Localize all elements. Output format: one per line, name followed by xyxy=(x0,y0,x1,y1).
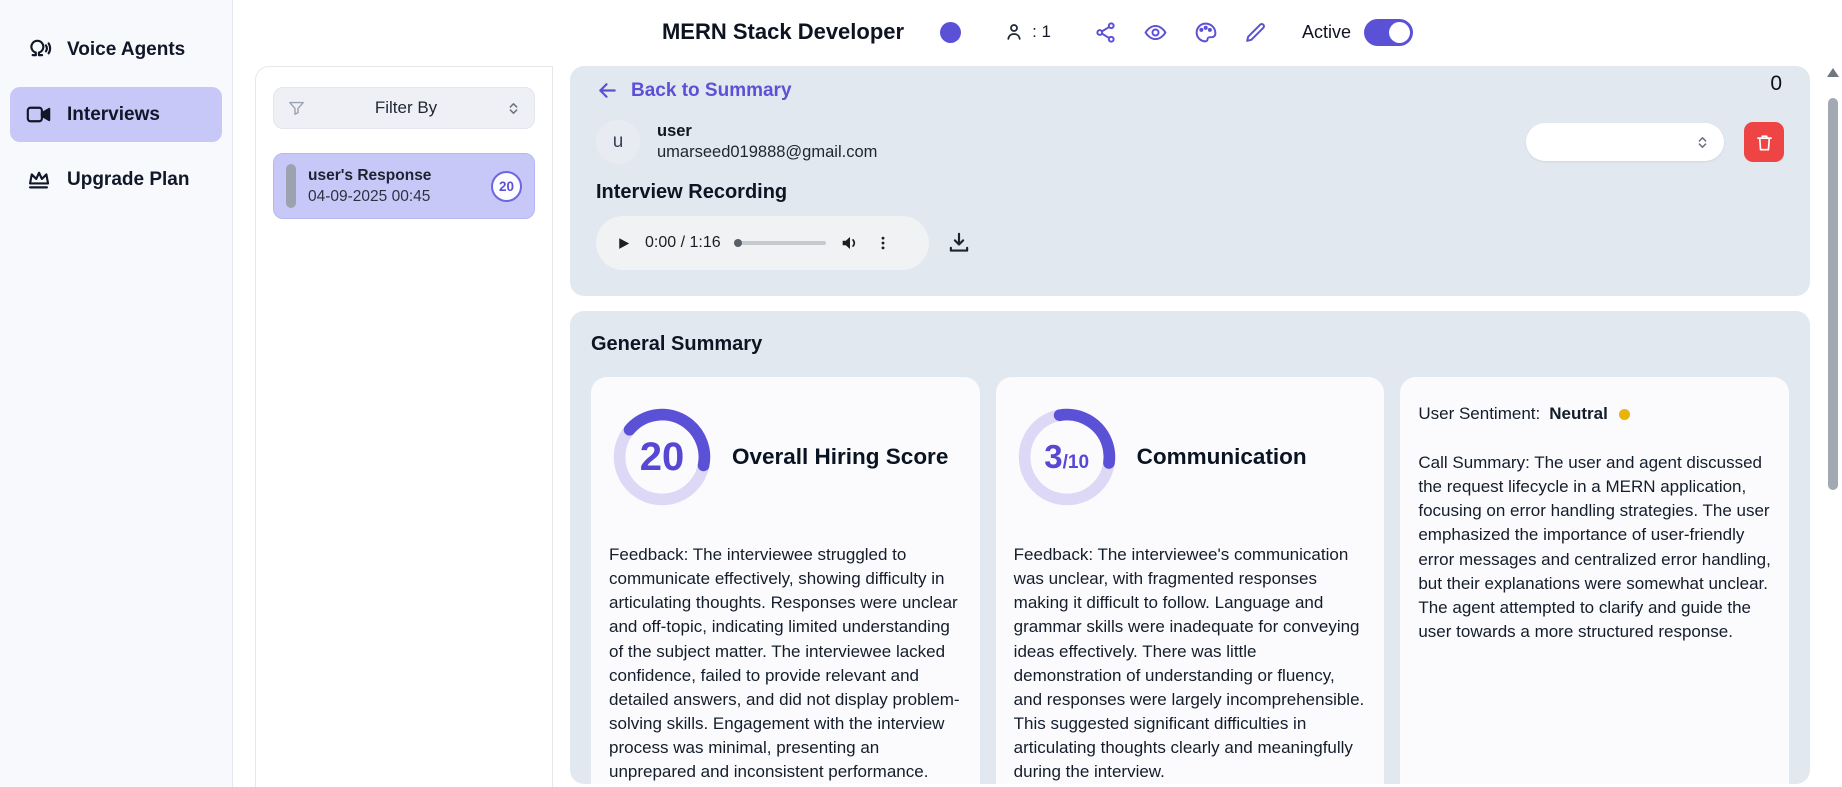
card-title: Overall Hiring Score xyxy=(732,444,948,470)
person-icon xyxy=(1003,21,1025,43)
communication-feedback: Feedback: The interviewee's communicatio… xyxy=(1014,543,1367,784)
pencil-icon[interactable] xyxy=(1243,20,1268,45)
communication-gauge: 3/10 xyxy=(1014,404,1120,510)
delete-response-button[interactable] xyxy=(1744,122,1784,162)
download-icon[interactable] xyxy=(946,230,972,256)
hiring-score-gauge: 20 xyxy=(609,404,715,510)
sidebar: Voice Agents Interviews Upgrade Plan xyxy=(0,0,233,787)
sentiment-dot-icon xyxy=(1619,409,1630,420)
response-drag-handle xyxy=(286,164,296,208)
user-name: user xyxy=(657,122,877,141)
sidebar-item-label: Interviews xyxy=(67,104,160,126)
response-select[interactable] xyxy=(1526,123,1724,161)
eye-icon[interactable] xyxy=(1143,20,1168,45)
general-summary-card: General Summary 20 Overall Hiring Score xyxy=(570,311,1810,784)
volume-icon[interactable] xyxy=(839,232,861,254)
hiring-score-feedback: Feedback: The interviewee struggled to c… xyxy=(609,543,962,784)
audio-seek-bar[interactable] xyxy=(734,241,826,245)
general-summary-heading: General Summary xyxy=(591,333,1789,356)
share-icon[interactable] xyxy=(1093,20,1118,45)
call-summary-text: Call Summary: The user and agent discuss… xyxy=(1418,451,1771,644)
palette-icon[interactable] xyxy=(1193,20,1218,45)
sidebar-item-voice-agents[interactable]: Voice Agents xyxy=(10,22,222,77)
hiring-score-value: 20 xyxy=(640,435,685,480)
response-score-badge: 20 xyxy=(491,171,522,202)
video-camera-icon xyxy=(25,101,52,128)
funnel-icon xyxy=(287,99,306,118)
card-title: Communication xyxy=(1137,444,1307,470)
sentiment-summary-card: User Sentiment: Neutral Call Summary: Th… xyxy=(1400,377,1789,784)
attendee-count: : 1 xyxy=(1003,21,1051,43)
sentiment-value: Neutral xyxy=(1549,404,1608,424)
counter-value: 0 xyxy=(1770,72,1782,96)
response-header-card: 0 Back to Summary u user umarseed019888@… xyxy=(570,66,1810,296)
sidebar-item-upgrade-plan[interactable]: Upgrade Plan xyxy=(10,152,222,207)
back-to-summary-link[interactable]: Back to Summary xyxy=(596,79,792,102)
audio-time: 0:00 / 1:16 xyxy=(645,234,721,252)
sidebar-item-label: Voice Agents xyxy=(67,39,185,61)
response-title: user's Response xyxy=(308,167,431,185)
chevron-up-down-icon xyxy=(1695,135,1710,150)
recording-heading: Interview Recording xyxy=(596,181,1784,204)
communication-score-max: /10 xyxy=(1063,452,1089,474)
voice-waves-icon xyxy=(25,36,52,63)
topbar: MERN Stack Developer : 1 xyxy=(233,0,1842,64)
chevron-up-down-icon xyxy=(506,101,521,116)
responses-panel: Filter By user's Response 04-09-2025 00:… xyxy=(255,66,553,787)
page-title: MERN Stack Developer xyxy=(662,19,904,45)
communication-score-value: 3 xyxy=(1044,438,1062,476)
overall-hiring-score-card: 20 Overall Hiring Score Feedback: The in… xyxy=(591,377,980,784)
sidebar-item-label: Upgrade Plan xyxy=(67,169,189,191)
sidebar-item-interviews[interactable]: Interviews xyxy=(10,87,222,142)
user-email: umarseed019888@gmail.com xyxy=(657,143,877,162)
attendee-count-label: : 1 xyxy=(1032,22,1051,42)
back-to-summary-label: Back to Summary xyxy=(631,80,792,102)
scrollbar-thumb[interactable] xyxy=(1828,98,1838,490)
scrollbar-up-arrow[interactable] xyxy=(1827,68,1839,77)
sentiment-label: User Sentiment: xyxy=(1418,404,1540,424)
filter-by-dropdown[interactable]: Filter By xyxy=(273,87,535,129)
kebab-menu-icon[interactable] xyxy=(874,234,892,252)
response-list-item[interactable]: user's Response 04-09-2025 00:45 20 xyxy=(273,153,535,219)
audio-player[interactable]: 0:00 / 1:16 xyxy=(596,216,929,270)
play-icon[interactable] xyxy=(615,234,632,253)
detail-area: 0 Back to Summary u user umarseed019888@… xyxy=(570,66,1810,784)
window-scrollbar[interactable] xyxy=(1825,60,1841,787)
active-toggle[interactable] xyxy=(1364,19,1413,46)
arrow-left-icon xyxy=(596,79,619,102)
filter-by-label: Filter By xyxy=(306,98,506,118)
avatar: u xyxy=(596,120,640,164)
toggle-knob xyxy=(1389,22,1410,43)
app-window: Voice Agents Interviews Upgrade Plan MER… xyxy=(0,0,1842,787)
trash-icon xyxy=(1754,132,1775,153)
status-dot xyxy=(940,22,961,43)
crown-icon xyxy=(25,166,52,193)
communication-card: 3/10 Communication Feedback: The intervi… xyxy=(996,377,1385,784)
response-date: 04-09-2025 00:45 xyxy=(308,188,431,206)
active-label: Active xyxy=(1302,22,1351,43)
